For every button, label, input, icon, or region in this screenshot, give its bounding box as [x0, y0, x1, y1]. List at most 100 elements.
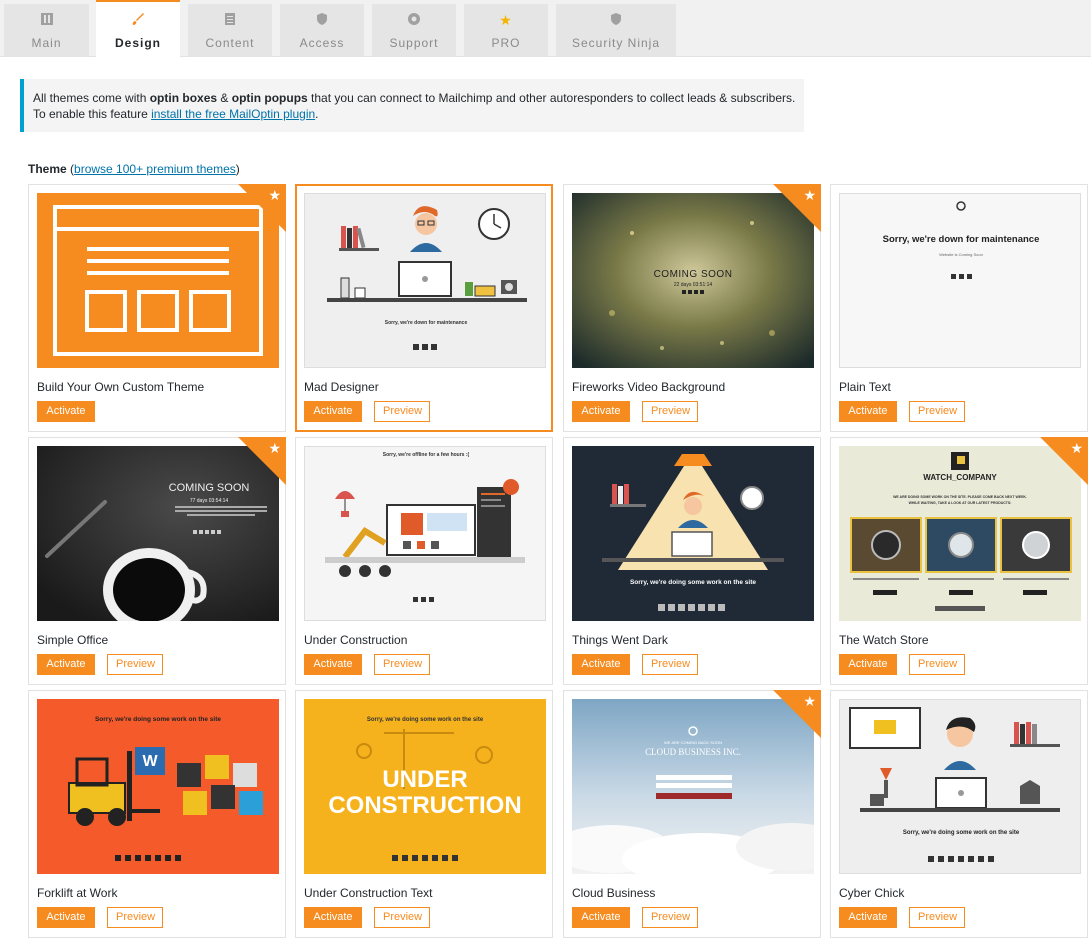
- activate-button[interactable]: Activate: [572, 401, 630, 422]
- tab-label: Design: [114, 36, 161, 50]
- tab-bar: Main Design Content Access Support ★ PRO…: [0, 0, 1091, 58]
- theme-name: Build Your Own Custom Theme: [37, 380, 205, 394]
- thumb-title: WATCH_COMPANY: [923, 473, 997, 482]
- activate-button[interactable]: Activate: [304, 654, 362, 675]
- premium-ribbon: ★: [238, 437, 286, 485]
- theme-name: Under Construction: [304, 633, 408, 647]
- theme-name: Things Went Dark: [572, 633, 668, 647]
- theme-thumbnail[interactable]: Sorry, we're doing some work on the site…: [37, 699, 279, 874]
- activate-button[interactable]: Activate: [37, 401, 95, 422]
- tab-label: PRO: [491, 36, 521, 50]
- theme-card-cloud-business[interactable]: WE ARE COMING BACK SOON CLOUD BUSINESS I…: [563, 690, 821, 938]
- preview-button[interactable]: Preview: [909, 401, 965, 422]
- preview-button[interactable]: Preview: [642, 401, 698, 422]
- install-mailoptin-link[interactable]: install the free MailOptin plugin: [151, 107, 315, 121]
- activate-button[interactable]: Activate: [304, 907, 362, 928]
- activate-button[interactable]: Activate: [572, 654, 630, 675]
- theme-thumbnail[interactable]: Sorry, we're down for maintenance: [304, 193, 546, 368]
- thumb-title: Sorry, we're down for maintenance: [883, 234, 1040, 245]
- star-icon: ★: [803, 187, 816, 203]
- tab-label: Main: [31, 36, 62, 50]
- preview-button[interactable]: Preview: [909, 907, 965, 928]
- preview-button[interactable]: Preview: [374, 401, 430, 422]
- theme-name: Simple Office: [37, 633, 109, 647]
- preview-button[interactable]: Preview: [909, 654, 965, 675]
- thumb-text: WHILE WAITING, TAKE A LOOK AT OUR LATEST…: [909, 501, 1012, 505]
- tab-content[interactable]: Content: [188, 4, 272, 57]
- activate-button[interactable]: Activate: [304, 401, 362, 422]
- browse-premium-themes-link[interactable]: browse 100+ premium themes: [74, 162, 236, 176]
- activate-button[interactable]: Activate: [37, 907, 95, 928]
- theme-card-cyber-chick[interactable]: Sorry, we're doing some work on the site…: [830, 690, 1088, 938]
- paren: ): [235, 162, 240, 176]
- theme-thumbnail[interactable]: Sorry, we're doing some work on the site: [839, 699, 1081, 874]
- preview-button[interactable]: Preview: [107, 654, 163, 675]
- preview-button[interactable]: Preview: [374, 907, 430, 928]
- theme-name: Cloud Business: [572, 886, 656, 900]
- notice-text: All themes come with: [33, 91, 150, 105]
- paren: (: [66, 162, 75, 176]
- theme-name: Plain Text: [839, 380, 891, 394]
- svg-text:W: W: [142, 753, 158, 770]
- theme-name: Cyber Chick: [839, 886, 905, 900]
- theme-card-mad-designer[interactable]: Sorry, we're down for maintenance Mad De…: [295, 184, 553, 432]
- tab-main[interactable]: Main: [4, 4, 89, 57]
- thumb-subtitle: WE ARE COMING BACK SOON: [664, 740, 722, 745]
- tab-label: Access: [299, 36, 345, 50]
- tab-label: Support: [389, 36, 439, 50]
- theme-thumbnail[interactable]: Sorry, we're doing some work on the site…: [304, 699, 546, 874]
- tab-design[interactable]: Design: [96, 0, 180, 58]
- theme-name: Forklift at Work: [37, 886, 118, 900]
- mailoptin-notice: All themes come with optin boxes & optin…: [20, 79, 804, 132]
- activate-button[interactable]: Activate: [572, 907, 630, 928]
- theme-card-plain-text[interactable]: Sorry, we're down for maintenance Websit…: [830, 184, 1088, 432]
- thumb-title: COMING SOON: [654, 269, 733, 280]
- star-icon: ★: [499, 12, 513, 28]
- thumb-title: Sorry, we're doing some work on the site: [367, 717, 484, 723]
- theme-card-build-your-own[interactable]: ★ Build Your Own Custom Theme Activate: [28, 184, 286, 432]
- document-icon: [188, 12, 272, 32]
- thumb-subtitle: Website is Coming Soon: [939, 252, 983, 257]
- activate-button[interactable]: Activate: [839, 654, 897, 675]
- settings-sliders-icon: [4, 12, 89, 32]
- premium-ribbon: ★: [1040, 437, 1088, 485]
- theme-card-simple-office[interactable]: COMING SOON 77 days 03:54:14 ★ Simple Of…: [28, 437, 286, 685]
- star-icon: ★: [268, 440, 281, 456]
- tab-security-ninja[interactable]: Security Ninja: [556, 4, 676, 57]
- preview-button[interactable]: Preview: [107, 907, 163, 928]
- theme-thumbnail[interactable]: Sorry, we're doing some work on the site: [572, 446, 814, 621]
- lifebuoy-icon: [372, 12, 456, 32]
- theme-card-under-construction[interactable]: Sorry, we're offline for a few hours :( …: [295, 437, 553, 685]
- notice-bold: optin popups: [231, 91, 308, 105]
- activate-button[interactable]: Activate: [839, 907, 897, 928]
- activate-button[interactable]: Activate: [839, 401, 897, 422]
- star-icon: ★: [1070, 440, 1083, 456]
- preview-button[interactable]: Preview: [642, 654, 698, 675]
- thumb-timer: 22 days 03:51:14: [674, 282, 713, 288]
- thumb-title: Sorry, we're down for maintenance: [385, 320, 468, 326]
- theme-name: Fireworks Video Background: [572, 380, 726, 394]
- notice-text: .: [315, 107, 319, 121]
- star-icon: ★: [803, 693, 816, 709]
- notice-text: &: [217, 91, 232, 105]
- theme-card-forklift[interactable]: Sorry, we're doing some work on the site…: [28, 690, 286, 938]
- theme-heading: Theme (browse 100+ premium themes): [28, 162, 240, 176]
- theme-name: Mad Designer: [304, 380, 379, 394]
- premium-ribbon: ★: [238, 184, 286, 232]
- preview-button[interactable]: Preview: [642, 907, 698, 928]
- theme-card-things-went-dark[interactable]: Sorry, we're doing some work on the site…: [563, 437, 821, 685]
- thumb-title: Sorry, we're doing some work on the site: [903, 830, 1020, 836]
- thumb-title: CLOUD BUSINESS INC.: [645, 747, 741, 757]
- tab-support[interactable]: Support: [372, 4, 456, 57]
- notice-text: that you can connect to Mailchimp and ot…: [307, 91, 796, 105]
- activate-button[interactable]: Activate: [37, 654, 95, 675]
- theme-thumbnail[interactable]: Sorry, we're down for maintenance Websit…: [839, 193, 1081, 368]
- thumb-title: Sorry, we're doing some work on the site: [95, 716, 221, 723]
- theme-card-under-construction-text[interactable]: Sorry, we're doing some work on the site…: [295, 690, 553, 938]
- theme-thumbnail[interactable]: Sorry, we're offline for a few hours :(: [304, 446, 546, 621]
- tab-access[interactable]: Access: [280, 4, 364, 57]
- tab-pro[interactable]: ★ PRO: [464, 4, 548, 57]
- preview-button[interactable]: Preview: [374, 654, 430, 675]
- theme-card-fireworks[interactable]: COMING SOON 22 days 03:51:14 ★ Fireworks…: [563, 184, 821, 432]
- theme-card-watch-store[interactable]: WATCH_COMPANY WE ARE DOING SOME WORK ON …: [830, 437, 1088, 685]
